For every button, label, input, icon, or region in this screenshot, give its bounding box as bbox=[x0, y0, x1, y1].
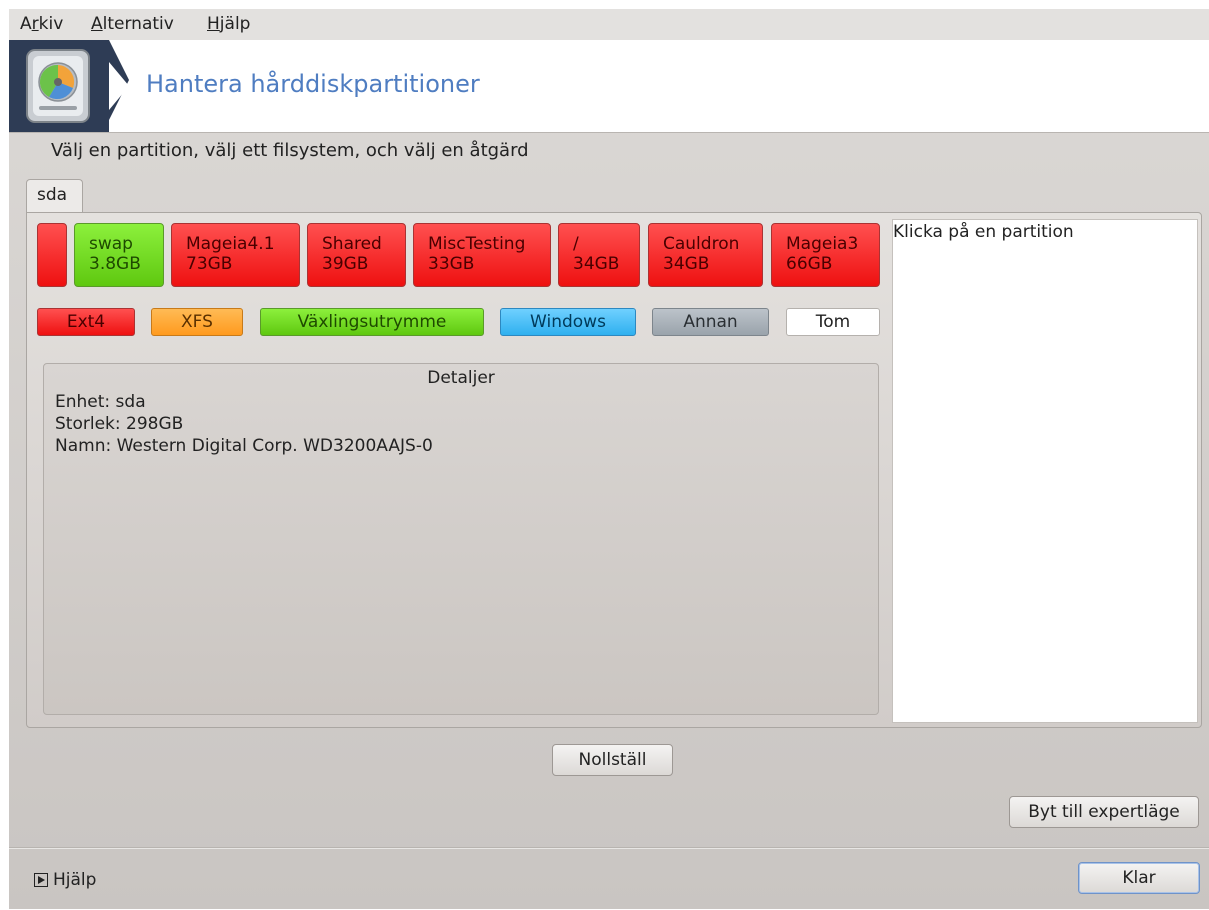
menu-hjalp[interactable]: Hjälp bbox=[207, 14, 250, 34]
info-panel: Klicka på en partition bbox=[892, 219, 1198, 723]
disk-panel: swap 3.8GB Mageia4.1 73GB Shared 39GB Mi… bbox=[26, 212, 1202, 728]
details-title: Detaljer bbox=[427, 368, 495, 388]
details-name: Namn: Western Digital Corp. WD3200AAJS-0 bbox=[55, 436, 433, 456]
expand-arrow-icon bbox=[34, 873, 48, 887]
header-banner: Hantera hårddiskpartitioner bbox=[9, 40, 1209, 133]
partition-name: swap bbox=[89, 234, 133, 254]
tab-label: sda bbox=[37, 185, 68, 205]
partition-name: MiscTesting bbox=[428, 234, 526, 254]
legend-ext4: Ext4 bbox=[37, 308, 135, 336]
partition-name: Mageia3 bbox=[786, 234, 859, 254]
partition-button-mageia3[interactable]: Mageia3 66GB bbox=[771, 223, 880, 287]
legend-xfs: XFS bbox=[151, 308, 243, 336]
partition-size: 39GB bbox=[322, 254, 369, 274]
partition-name: Mageia4.1 bbox=[186, 234, 275, 254]
partition-button-swap[interactable]: swap 3.8GB bbox=[74, 223, 164, 287]
partition-name: Shared bbox=[322, 234, 382, 254]
page-title: Hantera hårddiskpartitioner bbox=[146, 70, 480, 98]
partition-size: 66GB bbox=[786, 254, 833, 274]
menu-arkiv[interactable]: Arkiv bbox=[20, 14, 63, 34]
partition-manager-window: Arkiv Alternativ Hjälp Hantera hårddiskp… bbox=[9, 9, 1209, 909]
harddisk-icon bbox=[9, 40, 129, 132]
partition-size: 34GB bbox=[663, 254, 710, 274]
legend-swap: Växlingsutrymme bbox=[260, 308, 484, 336]
legend-windows: Windows bbox=[500, 308, 636, 336]
details-size: Storlek: 298GB bbox=[55, 414, 184, 434]
done-button[interactable]: Klar bbox=[1078, 862, 1200, 894]
expert-mode-button[interactable]: Byt till expertläge bbox=[1009, 796, 1199, 828]
partition-size: 34GB bbox=[573, 254, 620, 274]
details-frame: Detaljer Enhet: sda Storlek: 298GB Namn:… bbox=[43, 363, 879, 715]
legend-tom: Tom bbox=[786, 308, 880, 336]
partition-name: Cauldron bbox=[663, 234, 740, 254]
partition-button[interactable] bbox=[37, 223, 67, 287]
reset-button[interactable]: Nollställ bbox=[552, 744, 673, 776]
separator bbox=[9, 847, 1209, 849]
menu-alternativ[interactable]: Alternativ bbox=[91, 14, 174, 34]
menubar: Arkiv Alternativ Hjälp bbox=[9, 9, 1209, 41]
partition-size: 33GB bbox=[428, 254, 475, 274]
partition-size: 3.8GB bbox=[89, 254, 141, 274]
partition-button-cauldron[interactable]: Cauldron 34GB bbox=[648, 223, 763, 287]
partition-name: / bbox=[573, 234, 579, 254]
partition-button-shared[interactable]: Shared 39GB bbox=[307, 223, 406, 287]
partition-button-mageia41[interactable]: Mageia4.1 73GB bbox=[171, 223, 300, 287]
tab-sda[interactable]: sda bbox=[26, 179, 83, 213]
help-label: Hjälp bbox=[53, 870, 97, 890]
details-device: Enhet: sda bbox=[55, 392, 146, 412]
info-text: Klicka på en partition bbox=[893, 222, 1074, 242]
partition-button-root[interactable]: / 34GB bbox=[558, 223, 640, 287]
legend-annan: Annan bbox=[652, 308, 769, 336]
help-toggle[interactable]: Hjälp bbox=[34, 870, 96, 890]
instruction-text: Välj en partition, välj ett filsystem, o… bbox=[51, 140, 529, 161]
partition-button-misctesting[interactable]: MiscTesting 33GB bbox=[413, 223, 551, 287]
partition-size: 73GB bbox=[186, 254, 233, 274]
